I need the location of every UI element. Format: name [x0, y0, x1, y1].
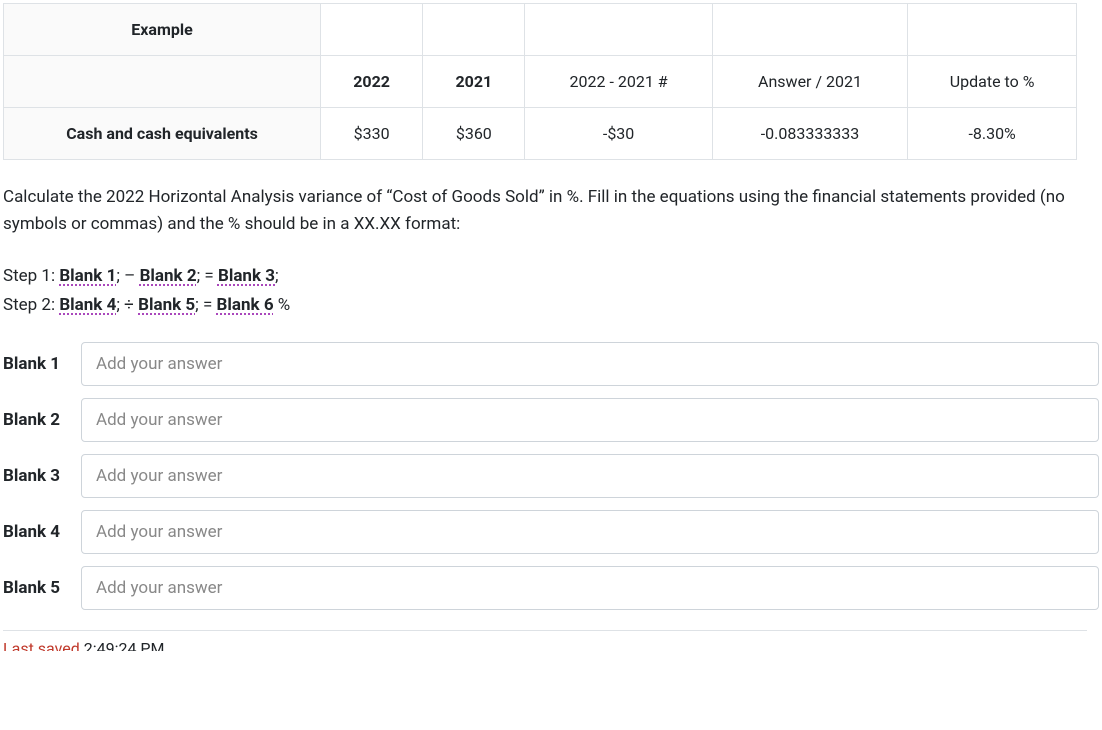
steps-block: Step 1: Blank 1; – Blank 2; = Blank 3; S…	[3, 262, 1099, 320]
answer-label: Blank 5	[3, 578, 71, 598]
step-text: Step 2:	[3, 295, 59, 315]
answers-block: Blank 1 Blank 2 Blank 3 Blank 4 Blank 5	[3, 342, 1099, 610]
table-cell: 2021	[423, 56, 525, 108]
answer-row: Blank 4	[3, 510, 1099, 554]
table-cell: -0.083333333	[712, 108, 907, 160]
last-saved-time: 2:49:24 PM	[80, 639, 165, 651]
table-header-cell: Example	[4, 4, 321, 56]
blank-ref: Blank 1	[59, 266, 116, 286]
example-table: Example 2022 2021 2022 - 2021 # Answer /…	[3, 3, 1077, 160]
blank-ref: Blank 3	[218, 266, 275, 286]
table-header-cell	[525, 4, 712, 56]
answer-label: Blank 1	[3, 354, 71, 374]
step-text: ; =	[197, 266, 218, 286]
step-text: ; =	[195, 295, 216, 315]
table-cell: $360	[423, 108, 525, 160]
last-saved-line: Last saved 2:49:24 PM	[3, 639, 1099, 651]
table-cell	[4, 56, 321, 108]
table-header-cell	[321, 4, 423, 56]
step-text: ; ÷	[116, 295, 138, 315]
table-header-cell	[908, 4, 1077, 56]
table-header-row: Example	[4, 4, 1077, 56]
blank-ref: Blank 2	[140, 266, 197, 286]
divider	[3, 630, 1087, 631]
step-1-line: Step 1: Blank 1; – Blank 2; = Blank 3;	[3, 262, 1099, 291]
table-cell: 2022 - 2021 #	[525, 56, 712, 108]
blank-ref: Blank 6	[217, 295, 274, 315]
last-saved-label: Last saved	[3, 639, 80, 651]
step-text: ; –	[116, 266, 139, 286]
blank-ref: Blank 5	[138, 295, 195, 315]
blank-2-input[interactable]	[81, 398, 1099, 442]
answer-label: Blank 2	[3, 410, 71, 430]
answer-label: Blank 4	[3, 522, 71, 542]
table-cell: -8.30%	[908, 108, 1077, 160]
answer-row: Blank 2	[3, 398, 1099, 442]
table-data-row: Cash and cash equivalents $330 $360 -$30…	[4, 108, 1077, 160]
table-cell: -$30	[525, 108, 712, 160]
table-cell: Update to %	[908, 56, 1077, 108]
blank-5-input[interactable]	[81, 566, 1099, 610]
table-row-label: Cash and cash equivalents	[4, 108, 321, 160]
answer-row: Blank 5	[3, 566, 1099, 610]
blank-1-input[interactable]	[81, 342, 1099, 386]
answer-label: Blank 3	[3, 466, 71, 486]
table-cell: Answer / 2021	[712, 56, 907, 108]
table-subheader-row: 2022 2021 2022 - 2021 # Answer / 2021 Up…	[4, 56, 1077, 108]
step-text: ;	[275, 266, 279, 286]
step-text: Step 1:	[3, 266, 59, 286]
step-text: %	[274, 295, 291, 315]
blank-3-input[interactable]	[81, 454, 1099, 498]
table-cell: 2022	[321, 56, 423, 108]
table-header-cell	[712, 4, 907, 56]
answer-row: Blank 1	[3, 342, 1099, 386]
answer-row: Blank 3	[3, 454, 1099, 498]
blank-ref: Blank 4	[59, 295, 116, 315]
table-header-cell	[423, 4, 525, 56]
instructions-text: Calculate the 2022 Horizontal Analysis v…	[3, 184, 1099, 238]
blank-4-input[interactable]	[81, 510, 1099, 554]
table-cell: $330	[321, 108, 423, 160]
step-2-line: Step 2: Blank 4; ÷ Blank 5; = Blank 6 %	[3, 291, 1099, 320]
